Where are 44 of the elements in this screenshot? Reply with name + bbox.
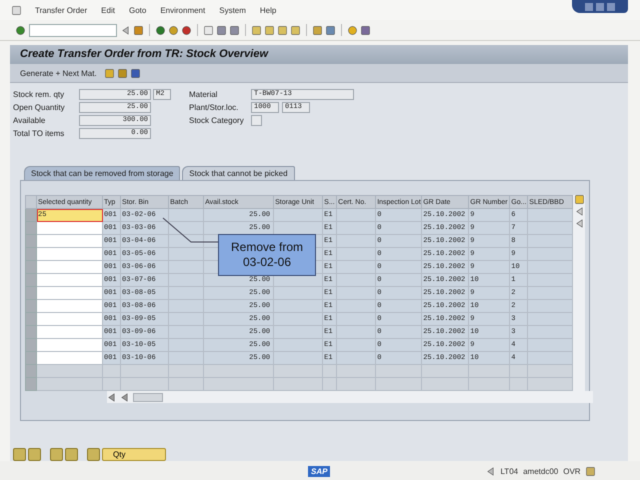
field-label: Available	[13, 116, 46, 126]
quantity-field[interactable]	[36, 338, 103, 352]
column-settings-icon[interactable]	[574, 195, 584, 204]
vertical-scrollbar[interactable]	[573, 195, 585, 392]
quantity-field[interactable]	[36, 260, 103, 274]
leader-line	[162, 218, 218, 243]
tab[interactable]: Stock that can be removed from storage	[24, 166, 180, 180]
menu-item[interactable]: System	[219, 6, 246, 14]
field-label: Stock Category	[189, 116, 245, 126]
menu-item[interactable]: Environment	[160, 6, 206, 14]
field-label: Open Quantity	[13, 103, 66, 112]
sap-logo: SAP	[308, 466, 330, 476]
scroll-left-icon[interactable]	[107, 392, 116, 402]
scroll-thumb[interactable]	[133, 392, 163, 402]
menu-item[interactable]: Transfer Order	[35, 6, 88, 14]
quantity-field[interactable]	[36, 274, 103, 287]
command-field[interactable]	[29, 24, 117, 36]
screen-title: Create Transfer Order from TR: Stock Overview	[20, 48, 268, 60]
window-controls[interactable]	[572, 0, 628, 13]
expand-icon[interactable]	[486, 466, 496, 476]
qty-button[interactable]: Qty	[102, 448, 166, 462]
quantity-field[interactable]	[36, 286, 103, 300]
quantity-field[interactable]	[36, 326, 103, 339]
generate-button[interactable]: Generate + Next Mat.	[20, 68, 101, 78]
quantity-field[interactable]	[36, 222, 103, 235]
insert-mode[interactable]: OVR	[563, 466, 581, 476]
tab[interactable]: Stock that cannot be picked	[182, 166, 295, 180]
transaction-code[interactable]: LT04	[500, 466, 518, 476]
checkbox-field[interactable]	[251, 115, 262, 126]
field-label: Material	[189, 90, 218, 100]
callout: Remove from 03-02-06	[218, 234, 316, 276]
quantity-field[interactable]	[36, 352, 103, 365]
field-label: Total TO items	[13, 129, 66, 138]
quantity-field[interactable]	[36, 300, 103, 313]
quantity-field[interactable]	[36, 234, 103, 248]
menu-item[interactable]: Edit	[101, 6, 115, 14]
horizontal-scrollbar[interactable]	[107, 391, 593, 404]
quantity-field[interactable]	[36, 248, 103, 261]
menu-item[interactable]: Goto	[128, 6, 146, 14]
server-name: ametdc00	[523, 466, 558, 476]
menu-item[interactable]: Help	[260, 6, 276, 14]
field-label: Stock rem. qty	[13, 90, 66, 100]
field-label: Plant/Stor.loc.	[189, 103, 240, 112]
quantity-field[interactable]	[36, 312, 103, 326]
